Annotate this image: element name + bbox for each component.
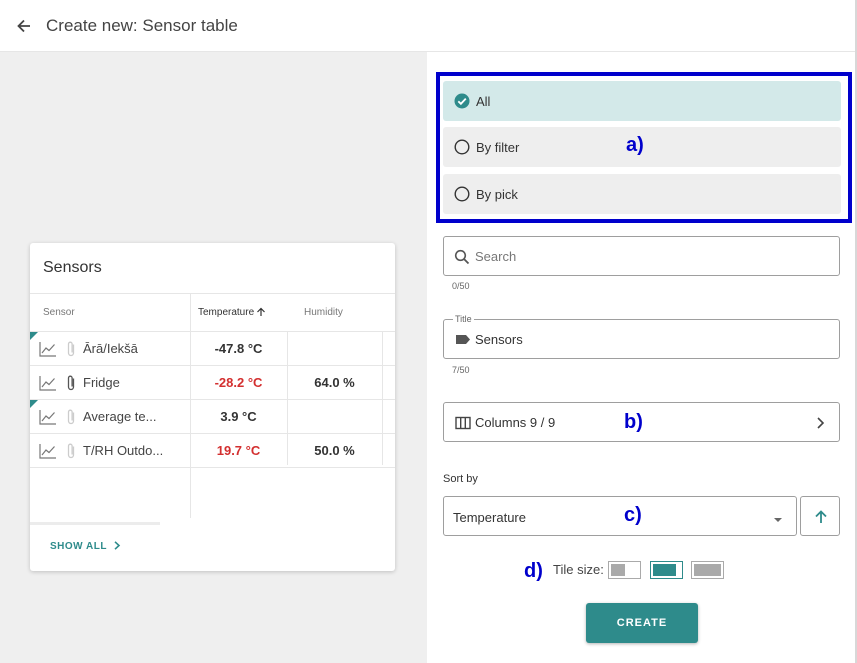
sort-by-dropdown[interactable]: Temperature — [443, 496, 797, 536]
sensor-name: Average te... — [83, 409, 157, 424]
label-tag-icon — [456, 335, 470, 344]
temperature-value: -47.8 °C — [214, 341, 263, 356]
table-row[interactable]: Ārā/Iekšā -47.8 °C — [30, 332, 395, 365]
divider — [30, 293, 395, 294]
chevron-right-icon — [817, 417, 825, 429]
horizontal-scrollbar[interactable] — [30, 522, 160, 525]
paperclip-icon[interactable] — [65, 374, 77, 392]
show-all-label: SHOW ALL — [50, 541, 107, 552]
sensor-table-card: Sensors Sensor Temperature Humidity Ārā/… — [30, 243, 395, 571]
selection-option[interactable]: By pick — [443, 174, 841, 214]
sort-by-label: Sort by — [443, 473, 478, 485]
tile-size-medium[interactable] — [650, 561, 683, 579]
create-button[interactable]: CREATE — [586, 603, 698, 643]
sensor-name: Ārā/Iekšā — [83, 341, 138, 356]
column-header-temperature[interactable]: Temperature — [198, 307, 266, 318]
paperclip-icon[interactable] — [65, 408, 77, 426]
radio-unchecked-icon — [454, 186, 470, 202]
chevron-right-icon — [114, 541, 121, 550]
line-chart-icon[interactable] — [39, 443, 57, 459]
sensor-name: Fridge — [83, 375, 120, 390]
annotation-d: d) — [524, 560, 543, 582]
table-row[interactable]: Fridge -28.2 °C 64.0 % — [30, 366, 395, 399]
line-chart-icon[interactable] — [39, 409, 57, 425]
selection-option-label: By filter — [476, 140, 520, 155]
temperature-value: 3.9 °C — [220, 409, 257, 424]
row-divider — [30, 467, 395, 468]
search-field[interactable]: Search — [443, 236, 840, 276]
row-flag-icon — [30, 332, 38, 340]
dropdown-caret-icon — [774, 518, 782, 522]
radio-unchecked-icon — [454, 139, 470, 155]
temperature-value: -28.2 °C — [214, 375, 263, 390]
preview-pane: Sensors Sensor Temperature Humidity Ārā/… — [0, 52, 427, 663]
tile-size-label: Tile size: — [553, 562, 604, 577]
line-chart-icon[interactable] — [39, 341, 57, 357]
card-title: Sensors — [43, 259, 102, 276]
column-header-temperature-label: Temperature — [198, 307, 255, 318]
columns-button-label: Columns 9 / 9 — [475, 415, 556, 430]
row-flag-icon — [30, 400, 38, 408]
humidity-value: 64.0 % — [314, 375, 355, 390]
search-icon — [454, 249, 470, 265]
table-row[interactable]: Average te... 3.9 °C — [30, 400, 395, 433]
annotation-a: a) — [626, 134, 644, 156]
tile-size-small-fill — [611, 564, 625, 576]
table-row[interactable]: T/RH Outdo... 19.7 °C 50.0 % — [30, 434, 395, 467]
title-field[interactable]: Title Sensors — [443, 314, 840, 359]
page-title: Create new: Sensor table — [46, 16, 238, 35]
sort-ascending-icon — [257, 307, 266, 316]
show-all-link[interactable]: SHOW ALL — [50, 541, 121, 552]
paperclip-icon[interactable] — [65, 442, 77, 460]
annotation-b: b) — [624, 411, 643, 433]
title-field-value: Sensors — [475, 332, 523, 347]
search-placeholder: Search — [475, 249, 517, 264]
tile-size-small[interactable] — [608, 561, 641, 579]
selection-option-label: All — [476, 94, 491, 109]
sensor-name: T/RH Outdo... — [83, 443, 164, 458]
sort-direction-button[interactable] — [800, 496, 840, 536]
column-header-sensor[interactable]: Sensor — [43, 307, 75, 318]
temperature-value: 19.7 °C — [216, 443, 261, 458]
back-arrow-icon[interactable] — [14, 16, 34, 36]
line-chart-icon[interactable] — [39, 375, 57, 391]
check-circle-icon — [454, 93, 470, 109]
selection-option-label: By pick — [476, 187, 518, 202]
page-header: Create new: Sensor table — [0, 0, 857, 52]
selection-option[interactable]: All — [443, 81, 841, 121]
column-header-humidity[interactable]: Humidity — [304, 307, 343, 318]
arrow-up-icon — [815, 510, 827, 523]
tile-size-large-fill — [694, 564, 721, 576]
tile-size-large[interactable] — [691, 561, 724, 579]
paperclip-icon[interactable] — [65, 340, 77, 358]
title-field-label: Title — [453, 314, 474, 324]
annotation-c: c) — [624, 504, 642, 526]
sort-by-value: Temperature — [453, 510, 526, 525]
humidity-value: 50.0 % — [314, 443, 355, 458]
columns-icon — [455, 416, 471, 430]
search-counter: 0/50 — [452, 281, 470, 291]
title-counter: 7/50 — [452, 365, 470, 375]
tile-size-medium-fill — [653, 564, 676, 576]
